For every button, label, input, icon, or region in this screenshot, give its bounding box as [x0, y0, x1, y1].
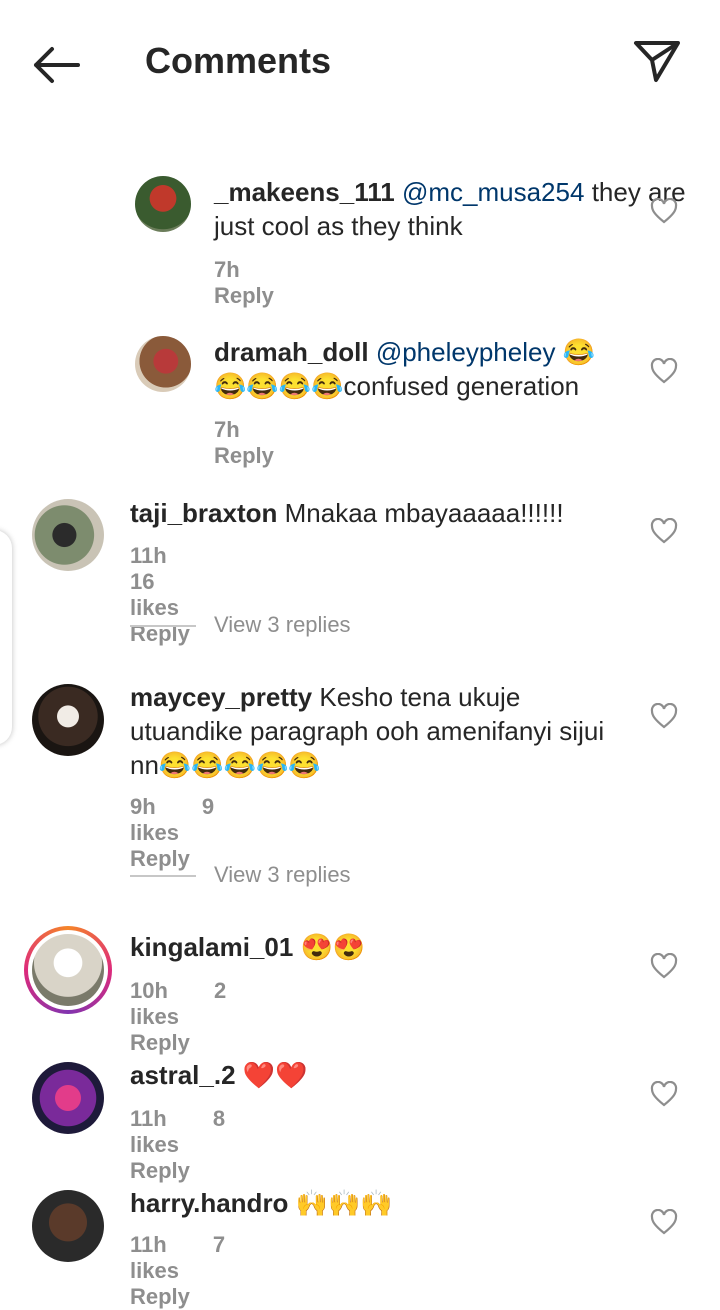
comment-time: 7h — [214, 417, 240, 442]
send-icon[interactable] — [632, 38, 682, 84]
comment-username[interactable]: kingalami_01 — [130, 932, 293, 962]
comment-time: 11h — [130, 1106, 167, 1131]
story-ring[interactable] — [24, 926, 112, 1014]
comment-time: 11h — [130, 1232, 167, 1257]
comment-username[interactable]: harry.handro — [130, 1188, 288, 1218]
like-heart-icon[interactable] — [650, 198, 678, 224]
reply-button[interactable]: Reply — [214, 443, 274, 468]
like-heart-icon[interactable] — [650, 703, 678, 729]
replies-divider — [130, 625, 196, 628]
like-heart-icon[interactable] — [650, 1209, 678, 1235]
avatar[interactable] — [32, 1062, 104, 1134]
avatar — [32, 934, 104, 1006]
side-panel-edge — [0, 530, 12, 745]
comment-username[interactable]: astral_.2 — [130, 1060, 236, 1090]
comment-username[interactable]: _makeens_111 — [214, 177, 395, 207]
reply-button[interactable]: Reply — [214, 283, 274, 308]
avatar[interactable] — [32, 499, 104, 571]
like-heart-icon[interactable] — [650, 1081, 678, 1107]
comment-mention[interactable]: @pheleypheley — [376, 337, 556, 367]
comment-time: 10h — [130, 978, 168, 1003]
view-replies-button[interactable]: View 3 replies — [130, 862, 351, 888]
reply-button[interactable]: Reply — [130, 1158, 190, 1183]
reply-button[interactable]: Reply — [130, 1030, 190, 1055]
comment-time: 9h — [130, 794, 156, 819]
comment-username[interactable]: dramah_doll — [214, 337, 369, 367]
avatar[interactable] — [135, 336, 191, 392]
reply-button[interactable]: Reply — [130, 1284, 190, 1309]
comment-time: 11h — [130, 543, 167, 568]
like-heart-icon[interactable] — [650, 953, 678, 979]
avatar[interactable] — [32, 684, 104, 756]
comment-username[interactable]: maycey_pretty — [130, 682, 312, 712]
replies-divider — [130, 875, 196, 878]
comment-mention[interactable]: @mc_musa254 — [402, 177, 584, 207]
view-replies-label: View 3 replies — [214, 862, 351, 887]
like-heart-icon[interactable] — [650, 518, 678, 544]
comment-text: ❤️❤️ — [242, 1060, 308, 1090]
like-heart-icon[interactable] — [650, 358, 678, 384]
view-replies-button[interactable]: View 3 replies — [130, 612, 351, 638]
avatar[interactable] — [32, 1190, 104, 1262]
header-bar: Comments — [0, 0, 720, 120]
view-replies-label: View 3 replies — [214, 612, 351, 637]
back-arrow-icon[interactable] — [30, 42, 82, 88]
page-title: Comments — [145, 40, 332, 81]
comment-text: 😍😍 — [300, 932, 366, 962]
comment-text: 🙌🙌🙌 — [295, 1188, 393, 1218]
comment-username[interactable]: taji_braxton — [130, 498, 277, 528]
avatar[interactable] — [135, 176, 191, 232]
comment-time: 7h — [214, 257, 240, 282]
comment-text: Mnakaa mbayaaaaa!!!!!! — [284, 498, 564, 528]
